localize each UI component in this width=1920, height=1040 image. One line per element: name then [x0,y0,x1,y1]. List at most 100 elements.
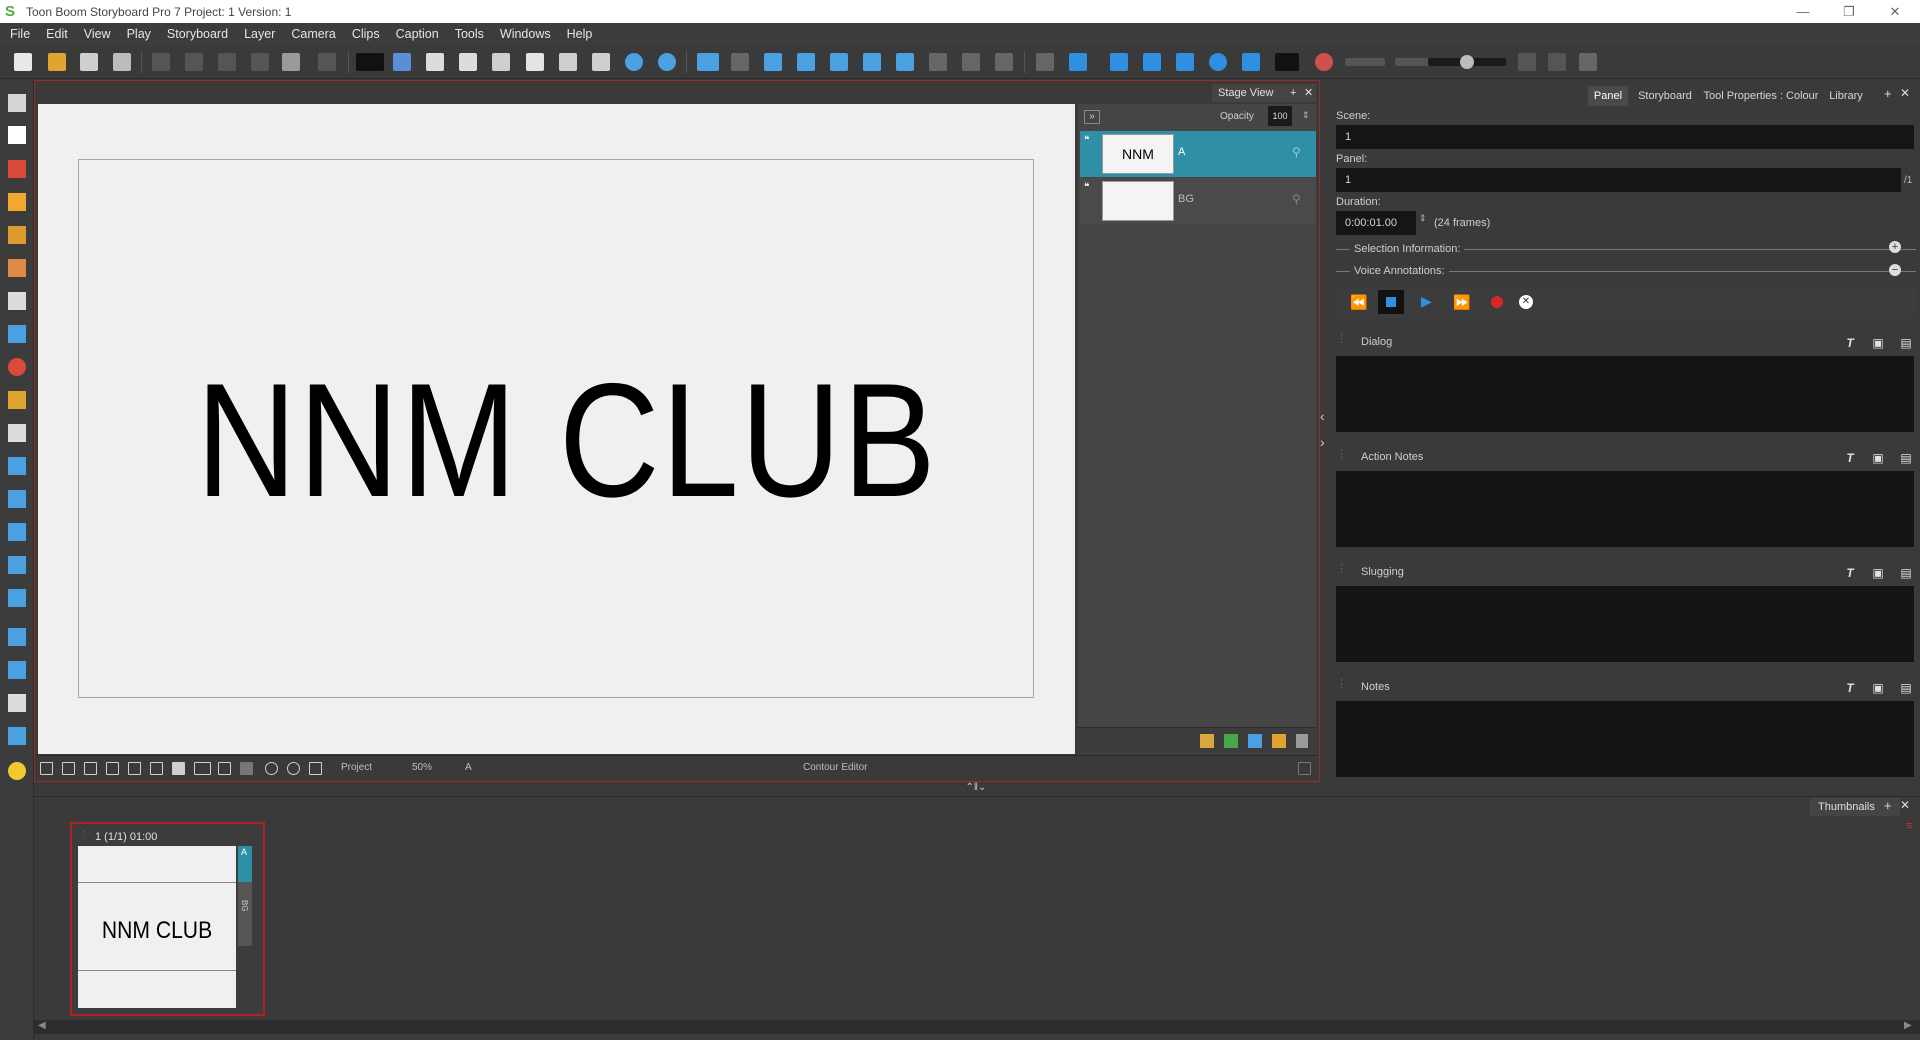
playback-options-icon[interactable] [1275,53,1299,71]
overview-icon[interactable] [592,53,610,71]
scroll-right-icon[interactable]: ▶ [1904,1020,1912,1031]
menu-layer[interactable]: Layer [238,23,281,45]
panel-field[interactable]: 1 [1336,168,1901,192]
trash-icon[interactable] [8,694,26,712]
select-tool-icon[interactable] [8,94,26,112]
cut-icon[interactable] [152,53,170,71]
voice-annotations-header[interactable]: Voice Annotations: [1350,265,1449,277]
mark-icon[interactable] [1579,53,1597,71]
drag-handle-icon[interactable]: ⋮ [79,830,89,841]
title-safe-icon[interactable] [106,762,119,775]
layer-lock-icon[interactable]: ⚲ [1292,145,1301,159]
minimize-button[interactable]: — [1780,0,1826,23]
layer-lock-icon[interactable]: ⚲ [1292,192,1301,206]
cutter-tool-icon[interactable] [8,490,26,508]
zoom-level-dropdown[interactable]: 50% [412,762,432,773]
play-voice-icon[interactable]: ▶ [1421,293,1432,310]
panel-splitter-handle[interactable]: ⌃‖⌄ [950,782,1002,794]
panel-view-icon[interactable]: ▣ [1871,451,1885,465]
drag-handle-icon[interactable]: ⋮ [1336,562,1347,575]
slugging-text-area[interactable] [1336,586,1914,662]
join-panel-icon[interactable] [929,53,947,71]
tab-stage-view[interactable]: Stage View + ✕ [1212,84,1316,102]
new-panel-icon[interactable] [764,53,782,71]
layer-visibility-icon[interactable]: ❝ [1084,182,1089,193]
eraser-tool-icon[interactable] [8,259,26,277]
tab-library[interactable]: Library [1826,86,1866,106]
menu-icon[interactable]: ▤ [1899,451,1913,465]
new-panel-after-icon[interactable] [797,53,815,71]
pen-tablet-icon[interactable] [393,53,411,71]
first-frame-icon[interactable] [1036,53,1054,71]
menu-camera[interactable]: Camera [285,23,341,45]
camera-icon[interactable] [731,53,749,71]
drag-handle-icon[interactable]: ⋮ [1336,677,1347,690]
shape-tool-icon[interactable] [8,325,26,343]
add-group-layer-icon[interactable] [1248,734,1262,748]
save-as-icon[interactable] [113,53,131,71]
action-safe-icon[interactable] [128,762,141,775]
volume-slider-handle[interactable] [1460,55,1474,69]
mask-icon[interactable] [172,762,185,775]
copy-icon[interactable] [185,53,203,71]
close-window-button[interactable]: ✕ [1872,0,1918,23]
contour-editor-tool-icon[interactable] [8,457,26,475]
close-view-icon[interactable]: ✕ [1304,84,1313,102]
selection-info-header[interactable]: Selection Information: [1350,243,1465,255]
camera-tool-icon[interactable] [8,589,26,607]
scroll-left-icon[interactable]: ◀ [38,1020,46,1031]
save-icon[interactable] [80,53,98,71]
hand-tool-icon[interactable] [8,424,26,442]
add-view-icon[interactable]: + [1290,84,1296,102]
safe-area-icon[interactable] [84,762,97,775]
restore-button[interactable]: ❐ [1826,0,1872,23]
opacity-slider[interactable] [1395,58,1431,66]
reset-view-icon[interactable] [309,762,322,775]
zoom-out-icon[interactable] [658,53,676,71]
layer-row-bg[interactable]: ❝ BG ⚲ [1080,178,1316,224]
thumbnail-layer-a[interactable]: A [238,846,252,882]
bg-color-icon[interactable] [218,762,231,775]
delete-layer-icon[interactable] [1296,734,1308,748]
collapse-voice-annotations-icon[interactable]: − [1889,264,1901,276]
new-panel-before-icon[interactable] [830,53,848,71]
stop-voice-button[interactable] [1378,290,1404,314]
tab-storyboard[interactable]: Storyboard [1632,86,1698,106]
delete-icon[interactable] [251,53,269,71]
text-format-icon[interactable]: T [1843,336,1857,350]
thumbnails-scrollbar[interactable]: ◀ ▶ [34,1020,1920,1034]
close-tab-icon[interactable]: ✕ [1900,86,1910,100]
open-project-icon[interactable] [48,53,66,71]
add-bitmap-layer-icon[interactable] [1224,734,1238,748]
onion-skin-icon[interactable] [240,762,253,775]
add-tab-icon[interactable]: + [1884,86,1892,101]
opacity-stepper[interactable]: ⇕ [1302,110,1310,121]
panel-view-icon[interactable]: ▣ [1871,681,1885,695]
new-scene-icon[interactable] [863,53,881,71]
dropper-tool-icon[interactable] [8,391,26,409]
frame-icon[interactable] [150,762,163,775]
menu-caption[interactable]: Caption [390,23,445,45]
tab-tool-properties[interactable]: Tool Properties : Colour [1702,86,1820,106]
add-folder-icon[interactable] [1272,734,1286,748]
panel-view-icon[interactable]: ▣ [1871,566,1885,580]
thumbnails-menu-icon[interactable]: ≡ [1906,820,1912,832]
text-format-icon[interactable]: T [1843,566,1857,580]
record-icon[interactable] [1315,53,1333,71]
sound-scrub-icon[interactable] [1548,53,1566,71]
dialog-text-area[interactable] [1336,356,1914,432]
tab-panel[interactable]: Panel [1588,86,1628,106]
new-project-icon[interactable] [14,53,32,71]
close-thumbnails-icon[interactable]: ✕ [1900,798,1910,812]
add-vector-layer-icon[interactable] [8,661,26,679]
add-layer-icon[interactable] [1200,734,1214,748]
brush-tool-icon[interactable] [8,160,26,178]
lightbulb-icon[interactable] [8,762,26,780]
strip-view-icon[interactable] [356,53,384,71]
menu-storyboard[interactable]: Storyboard [161,23,234,45]
drag-handle-icon[interactable]: ⋮ [1336,447,1347,460]
menu-windows[interactable]: Windows [494,23,557,45]
3d-icon[interactable] [697,53,719,71]
scene-field[interactable]: 1 [1336,125,1914,149]
collapse-layers-icon[interactable]: » [1084,110,1100,124]
